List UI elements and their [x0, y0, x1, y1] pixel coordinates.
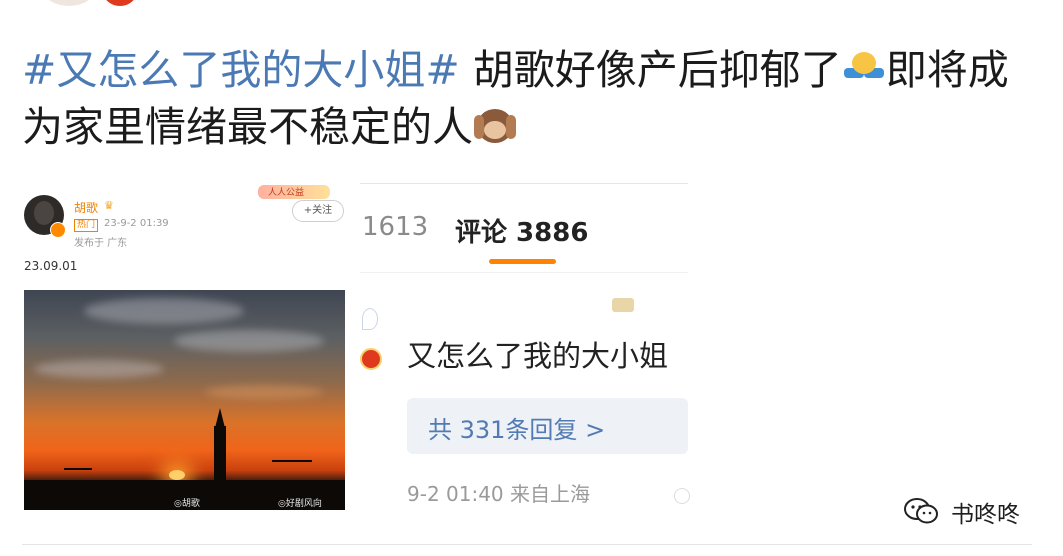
- crown-icon: ♛: [104, 199, 114, 212]
- embedded-post-time: 23-9-2 01:39: [104, 218, 169, 229]
- photo-watermark: ◎好剧风向: [278, 499, 322, 509]
- post-text: #又怎么了我的大小姐# 胡歌好像产后抑郁了 即将成为家里情绪最不稳定的人: [22, 42, 1032, 156]
- charity-banner-text: 人人公益: [268, 188, 305, 198]
- active-tab-indicator: [489, 259, 556, 264]
- user-avatar[interactable]: [45, 0, 93, 6]
- verified-badge-icon: [103, 0, 137, 6]
- hashtag-link[interactable]: #又怎么了我的大小姐#: [22, 46, 460, 94]
- wechat-icon: [904, 498, 938, 524]
- tab-comments: 评论 3886: [455, 218, 589, 248]
- replies-link: 共 331条回复 >: [428, 416, 606, 444]
- like-icon: [612, 298, 634, 312]
- repost-count: 1613: [362, 212, 429, 242]
- bottom-divider: [22, 544, 1032, 545]
- sun: [169, 470, 185, 480]
- watermark-text: 书咚咚: [951, 502, 1020, 528]
- post-text-part1: 胡歌好像产后抑郁了: [459, 46, 842, 94]
- comment-text: 又怎么了我的大小姐: [407, 339, 669, 373]
- embedded-follow-button: +关注: [292, 200, 344, 222]
- bell-tower: [214, 426, 226, 482]
- crane-silhouette: [272, 460, 312, 462]
- verified-badge-icon: [360, 348, 382, 370]
- embedded-user-name: 胡歌: [74, 201, 99, 215]
- header-count: 193193: [176, 0, 235, 4]
- sunset-photo[interactable]: ◎胡歌 ◎好剧风向: [24, 290, 345, 510]
- comment-meta: 9-2 01:40 来自上海: [407, 482, 591, 506]
- divider: [360, 183, 688, 184]
- more-icon: [674, 488, 690, 504]
- embedded-post-date: 23.09.01: [24, 259, 78, 273]
- divider: [360, 272, 688, 273]
- verified-v-icon: [50, 222, 66, 238]
- tower-spire: [215, 408, 225, 428]
- embedded-location: 发布于 广东: [74, 238, 128, 249]
- hot-tag: 热门: [74, 219, 99, 232]
- photo-watermark: ◎胡歌: [174, 499, 200, 509]
- crane-silhouette: [64, 468, 92, 470]
- leaf-icon: [362, 308, 378, 330]
- shrug-emoji-icon: [843, 50, 885, 90]
- see-no-evil-monkey-icon: [474, 107, 516, 147]
